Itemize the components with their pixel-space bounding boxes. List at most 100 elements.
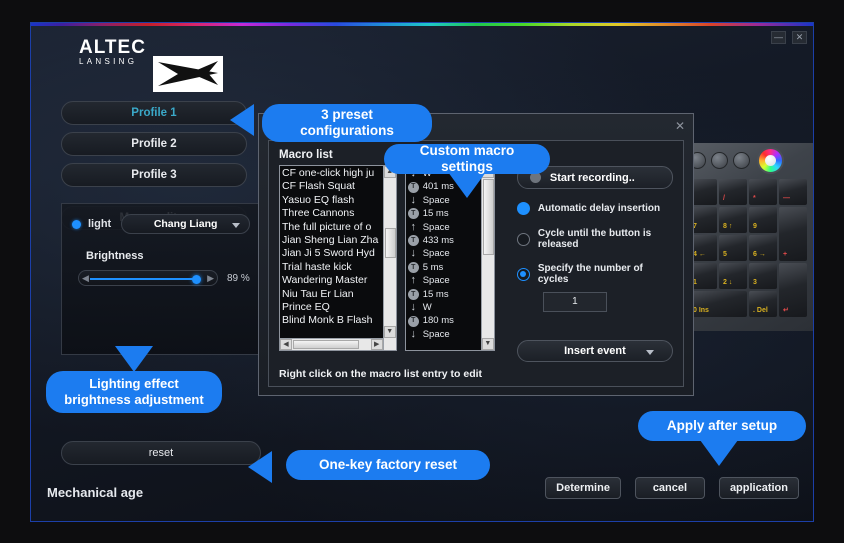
light-enabled-radio-icon[interactable] (72, 219, 81, 229)
start-recording-label: Start recording.. (549, 171, 635, 184)
cancel-button[interactable]: cancel (634, 477, 705, 499)
dialog-action-buttons: Determine cancel application (545, 477, 799, 499)
light-label: light (88, 218, 112, 230)
macro-list-item[interactable]: Three Cannons (282, 207, 396, 220)
keyboard-keys: / * — 7 8 ↑ 9 + 4 ← 5 6 → 1 2 ↓ 3 ↵ 0 In… (683, 177, 813, 323)
keyboard-knob-icon (733, 151, 750, 169)
keyboard-preview-image: / * — 7 8 ↑ 9 + 4 ← 5 6 → 1 2 ↓ 3 ↵ 0 In… (681, 143, 813, 331)
radio-automatic-delay-icon[interactable] (516, 202, 530, 215)
brightness-slider[interactable]: ◀ ▶ (78, 270, 218, 286)
callout-arrow-apply (700, 440, 738, 466)
macro-event-label: Space (422, 328, 450, 340)
insert-event-dropdown[interactable]: Insert event (516, 340, 673, 362)
delay-icon: T (407, 288, 419, 300)
brightness-value: 89 % (227, 272, 250, 284)
profile-button-1[interactable]: Profile 1 (61, 101, 247, 125)
keyboard-key: — (779, 179, 807, 205)
macro-list-item[interactable]: CF one-click high ju (282, 167, 396, 180)
brightness-slider-fill (90, 278, 198, 280)
keyboard-knob-row (683, 143, 813, 177)
macro-event-label: 15 ms (422, 288, 449, 300)
option-cycle-until-released[interactable]: Cycle until the button is released (516, 228, 673, 250)
light-effect-select[interactable]: Chang Liang (121, 214, 250, 234)
scroll-down-icon[interactable]: ▼ (481, 338, 494, 350)
radio-specify-cycles-icon[interactable] (516, 267, 530, 281)
insert-event-label: Insert event (564, 345, 626, 357)
scrollbar-thumb[interactable] (384, 228, 396, 258)
macro-event-label: 433 ms (422, 235, 454, 247)
callout-arrow-custom (448, 172, 486, 198)
profile-button-3[interactable]: Profile 3 (61, 163, 247, 187)
radio-cycle-until-released-icon[interactable] (516, 232, 530, 246)
keyboard-key-zero: 0 Ins (689, 291, 747, 317)
macro-options-pane: Start recording.. Automatic delay insert… (516, 165, 673, 362)
brightness-label: Brightness (86, 250, 144, 262)
option-label: Specify the number of cycles (537, 263, 643, 285)
brand-logo: ALTEC LANSING (79, 38, 223, 92)
callout-factory-reset: One-key factory reset (286, 450, 490, 480)
window-controls: — ✕ (771, 31, 807, 44)
keyboard-key-dot: . Del (749, 291, 777, 317)
key-down-icon: ↓ (410, 247, 416, 260)
macro-list-item[interactable]: Jian Sheng Lian Zha (282, 234, 396, 247)
key-down-icon: ↓ (410, 193, 416, 206)
callout-arrow-brightness (115, 346, 153, 372)
scroll-left-icon[interactable]: ◀ (280, 339, 292, 350)
macro-list-item[interactable]: Blind Monk B Flash (282, 314, 396, 327)
application-button[interactable]: application (718, 477, 799, 499)
keyboard-key: / (719, 179, 747, 205)
scroll-down-icon[interactable]: ▼ (383, 326, 396, 338)
keyboard-key: * (749, 179, 777, 205)
callout-preset-configurations: 3 preset configurations (262, 104, 432, 142)
macro-list-item[interactable]: The full picture of o (282, 221, 396, 234)
macro-list-box[interactable]: CF one-click high ju CF Flash Squat Yasuo … (279, 165, 397, 351)
macro-list-item[interactable]: Niu Tau Er Lian (282, 288, 396, 301)
callout-arrow-reset (248, 451, 272, 483)
cycles-count-input[interactable]: 1 (542, 292, 607, 312)
keyboard-key-plus: + (779, 207, 807, 261)
macro-event-label: 180 ms (422, 315, 454, 327)
macro-event-label: 15 ms (422, 208, 449, 220)
macro-list-vertical-scrollbar[interactable]: ▲ ▼ (382, 166, 396, 350)
rgb-accent-strip (31, 23, 813, 26)
macro-list-item[interactable]: Wandering Master (282, 274, 396, 287)
close-icon[interactable]: ✕ (792, 31, 807, 44)
macro-list-item[interactable]: Prince EQ (282, 301, 396, 314)
delay-icon: T (407, 315, 419, 327)
macro-list-item[interactable]: CF Flash Squat (282, 180, 396, 193)
macro-dialog-close-icon[interactable]: ✕ (675, 119, 685, 133)
bowtie-shape-icon (158, 61, 218, 86)
keyboard-key: 8 ↑ (719, 207, 747, 233)
delay-icon: T (407, 181, 419, 193)
light-effect-value: Chang Liang (153, 218, 218, 230)
scroll-right-icon[interactable]: ▶ (370, 339, 383, 350)
delay-icon: T (407, 208, 419, 220)
reset-button[interactable]: reset (61, 441, 261, 465)
keyboard-key: 3 (749, 263, 777, 289)
keyboard-knob-icon (711, 151, 728, 169)
macro-list-horizontal-scrollbar[interactable]: ◀ ▶ (280, 338, 383, 350)
determine-button[interactable]: Determine (545, 477, 621, 499)
option-label: Cycle until the button is released (537, 228, 652, 250)
key-down-icon: ↓ (410, 301, 416, 314)
macro-list-item[interactable]: Trial haste kick (282, 261, 396, 274)
footer-label: Mechanical age (47, 485, 144, 500)
profile-button-2[interactable]: Profile 2 (61, 132, 247, 156)
scrollbar-thumb[interactable] (293, 340, 359, 349)
rgb-dial-icon (757, 146, 784, 174)
callout-custom-macro-settings: Custom macro settings (384, 143, 550, 174)
brightness-slider-row: ◀ ▶ 89 % (78, 270, 260, 286)
slider-right-arrow-icon[interactable]: ▶ (207, 273, 214, 284)
brightness-slider-knob[interactable] (192, 275, 201, 284)
macro-list-item[interactable]: Yasuo EQ flash (282, 194, 396, 207)
slider-left-arrow-icon[interactable]: ◀ (82, 273, 89, 284)
option-automatic-delay[interactable]: Automatic delay insertion (516, 202, 673, 215)
macro-list-item[interactable]: Jian Ji 5 Sword Hyd (282, 247, 396, 260)
callout-brightness-adjustment: Lighting effect brightness adjustment (46, 371, 222, 413)
macro-event-label: Space (422, 194, 450, 206)
key-up-icon: ↑ (410, 220, 416, 233)
option-specify-cycles[interactable]: Specify the number of cycles (516, 263, 673, 285)
keyboard-key: 6 → (749, 235, 777, 261)
minimize-icon[interactable]: — (771, 31, 786, 44)
macro-list-items: CF one-click high ju CF Flash Squat Yasuo … (280, 166, 396, 328)
